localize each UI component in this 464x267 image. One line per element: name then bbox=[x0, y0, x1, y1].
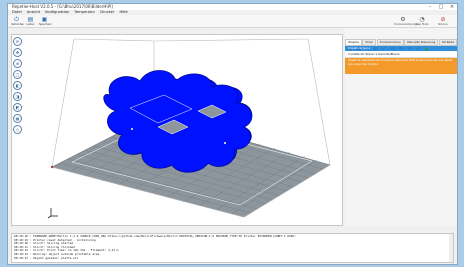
menu-temperature[interactable]: Temperatur bbox=[74, 10, 95, 14]
load-button[interactable]: ▤ Laden bbox=[25, 16, 36, 26]
connect-icon: ⏻ bbox=[14, 16, 19, 23]
easy-mode-icon: ◔ bbox=[419, 16, 425, 23]
printer-settings-button[interactable]: ⚙ Druckereinstellungen bbox=[394, 16, 420, 26]
remove-object-icon[interactable]: ▲ bbox=[423, 46, 430, 53]
easy-mode-button[interactable]: ◔ Easy Mode bbox=[413, 16, 431, 26]
right-panel-tabs: Objekte Slicer Druckvorschau Manuelle Steue… bbox=[345, 28, 457, 46]
wireframe-icon[interactable]: ▦ bbox=[13, 114, 22, 123]
emergency-stop-button[interactable]: ⊘ Not-Aus bbox=[434, 16, 452, 26]
model-marker bbox=[131, 128, 133, 130]
save-icon: ▣ bbox=[41, 16, 48, 23]
save-button[interactable]: ▣ Speichern bbox=[39, 16, 52, 26]
move-icon[interactable]: ✥ bbox=[13, 48, 22, 57]
menu-file[interactable]: Datei bbox=[12, 10, 22, 14]
rotate-icon[interactable]: ⟳ bbox=[13, 37, 22, 46]
model-marker bbox=[224, 142, 226, 144]
fit-view-icon[interactable]: ▢ bbox=[13, 70, 22, 79]
right-panel: Objekte Slicer Druckvorschau Manuelle Steue… bbox=[345, 28, 457, 226]
toolbar: ⏻ Verbinden ▤ Laden ▣ Speichern ⚙ Drucke… bbox=[8, 15, 457, 28]
zoom-icon[interactable]: ⊕ bbox=[13, 59, 22, 68]
origin-marker bbox=[50, 165, 54, 169]
side-view-icon[interactable]: ◩ bbox=[13, 103, 22, 112]
front-view-icon[interactable]: ◧ bbox=[13, 81, 22, 90]
view-toolbar: ⟳ ✥ ⊕ ▢ ◧ ◨ ◩ ▦ ◇ bbox=[13, 37, 22, 136]
menu-config[interactable]: Konfiguration bbox=[45, 10, 69, 14]
log-output[interactable]: 08:10:10 : FIRMWARE_NAME:Marlin 1.1.0 SO… bbox=[11, 233, 454, 263]
out-of-bounds-warning: Objekt ist außerhalb des druckbaren Bere… bbox=[345, 58, 457, 74]
app-window: Repetier-Host V2.0.5 - [G:\Bhu\2017\06\B… bbox=[7, 3, 458, 265]
3d-scene[interactable] bbox=[12, 35, 343, 226]
perspective-icon[interactable]: ◇ bbox=[13, 125, 22, 134]
tab-sd-card[interactable]: SD-Karte bbox=[438, 39, 457, 46]
emergency-stop-icon: ⊘ bbox=[440, 16, 446, 23]
log-scrollbar[interactable] bbox=[449, 234, 453, 262]
cut-object-icon[interactable]: ✂ bbox=[406, 46, 413, 53]
printer-settings-icon: ⚙ bbox=[400, 16, 406, 23]
load-icon: ▤ bbox=[27, 16, 34, 23]
menu-help[interactable]: Hilfe bbox=[119, 10, 127, 14]
menu-printer[interactable]: Drucker bbox=[100, 10, 114, 14]
connect-button[interactable]: ⏻ Verbinden bbox=[11, 16, 24, 26]
top-view-icon[interactable]: ◨ bbox=[13, 92, 22, 101]
menu-view[interactable]: Ansicht bbox=[27, 10, 40, 14]
log-line: 08:10:13 : Objekt geladen: platte.stl bbox=[14, 256, 79, 260]
land-object-icon[interactable]: ⏚ bbox=[415, 46, 422, 53]
axes-indicator bbox=[47, 208, 58, 219]
3d-viewport[interactable]: ⟳ ✥ ⊕ ▢ ◧ ◨ ◩ ▦ ◇ bbox=[11, 34, 343, 226]
window-title: Repetier-Host V2.0.5 - [G:\Bhu\2017\06\B… bbox=[12, 4, 113, 9]
